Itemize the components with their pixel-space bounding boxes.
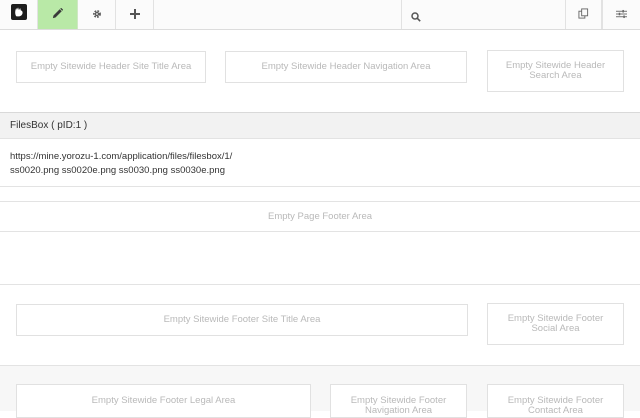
footer-navigation-area[interactable]: Empty Sitewide Footer Navigation Area	[330, 384, 467, 418]
footer-navigation-label: Empty Sitewide Footer Navigation Area	[350, 395, 447, 417]
filesbox-block-body: https://mine.yorozu-1.com/application/fi…	[10, 150, 630, 178]
gear-icon	[92, 6, 102, 24]
add-content-button[interactable]	[116, 0, 154, 29]
concrete-logo-button[interactable]	[0, 0, 38, 29]
sliders-icon	[616, 6, 627, 24]
footer-social-label: Empty Sitewide Footer Social Area	[507, 312, 604, 334]
footer-site-title-area[interactable]: Empty Sitewide Footer Site Title Area	[16, 304, 468, 336]
plus-icon	[129, 6, 140, 24]
header-site-title-area[interactable]: Empty Sitewide Header Site Title Area	[16, 51, 206, 83]
toolbar-search	[401, 0, 564, 29]
search-icon	[411, 9, 421, 27]
divider	[0, 284, 640, 285]
pencil-icon	[52, 6, 64, 24]
header-navigation-area[interactable]: Empty Sitewide Header Navigation Area	[225, 51, 467, 83]
search-input[interactable]	[422, 4, 561, 26]
divider	[0, 186, 640, 187]
footer-legal-area[interactable]: Empty Sitewide Footer Legal Area	[16, 384, 311, 418]
footer-contact-area[interactable]: Empty Sitewide Footer Contact Area	[487, 384, 624, 418]
footer-legal-label: Empty Sitewide Footer Legal Area	[91, 395, 236, 406]
header-navigation-label: Empty Sitewide Header Navigation Area	[261, 60, 431, 72]
filesbox-block-header[interactable]: FilesBox ( pID:1 )	[0, 112, 640, 139]
filesbox-file-list: ss0020.png ss0020e.png ss0030.png ss0030…	[10, 165, 225, 176]
footer-social-area[interactable]: Empty Sitewide Footer Social Area	[487, 303, 624, 345]
page-footer-label: Empty Page Footer Area	[267, 211, 373, 222]
page-footer-area[interactable]: Empty Page Footer Area	[0, 201, 640, 232]
copy-icon	[578, 6, 589, 24]
panel-toggle-button[interactable]	[602, 0, 640, 29]
header-site-title-label: Empty Sitewide Header Site Title Area	[30, 60, 192, 72]
header-search-label: Empty Sitewide Header Search Area	[505, 59, 606, 81]
header-search-area[interactable]: Empty Sitewide Header Search Area	[487, 50, 624, 92]
footer-site-title-label: Empty Sitewide Footer Site Title Area	[163, 313, 321, 325]
clipboard-button[interactable]	[565, 0, 602, 29]
footer-contact-label: Empty Sitewide Footer Contact Area	[507, 395, 604, 417]
edit-mode-button[interactable]	[38, 0, 78, 29]
concrete-logo-icon	[10, 4, 27, 25]
filesbox-url: https://mine.yorozu-1.com/application/fi…	[10, 151, 233, 162]
page-settings-button[interactable]	[78, 0, 116, 29]
filesbox-title: FilesBox ( pID:1 )	[10, 120, 88, 131]
edit-toolbar	[0, 0, 640, 30]
